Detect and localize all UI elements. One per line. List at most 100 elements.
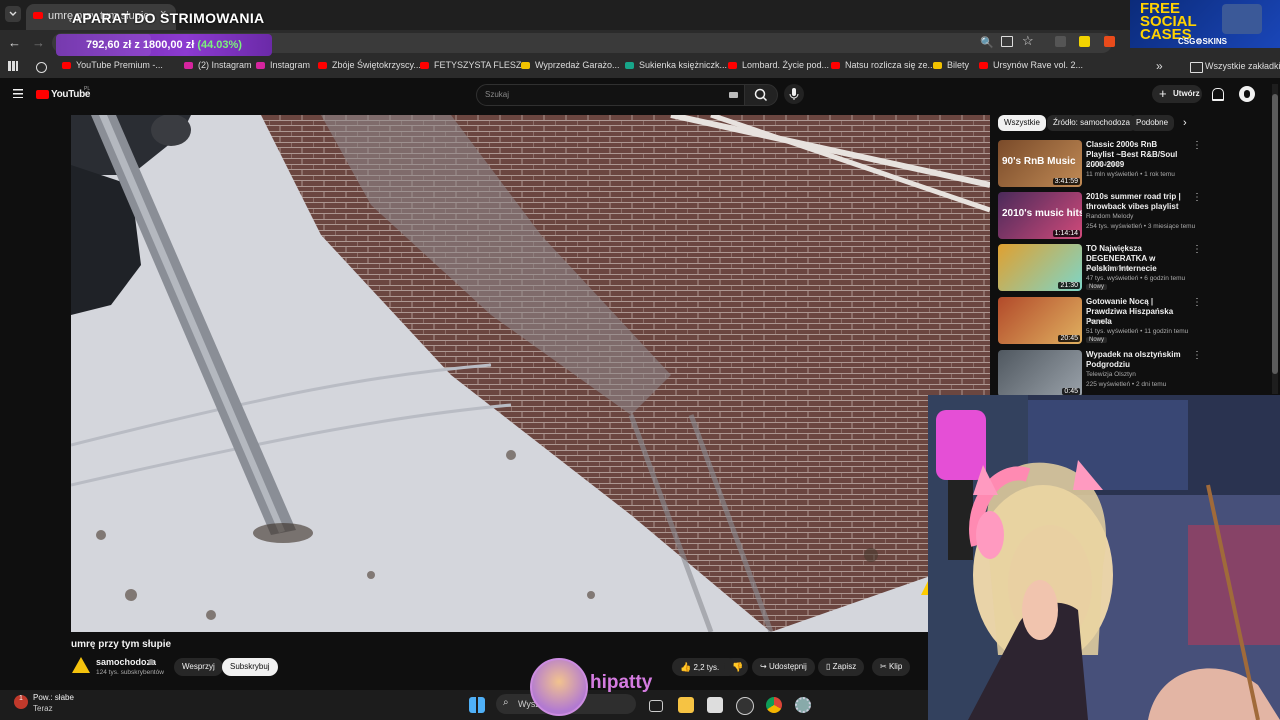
more-options-icon[interactable]: ⋮ <box>1192 297 1202 308</box>
more-options-icon[interactable]: ⋮ <box>1192 140 1202 151</box>
recommendation-thumbnail[interactable]: 20:45 <box>998 297 1082 344</box>
donation-text: 792,60 zł z 1800,00 zł (44.03%) <box>86 39 242 51</box>
recommendation-thumbnail[interactable]: 0:45 <box>998 350 1082 397</box>
bookmarks-overflow-icon[interactable]: » <box>1156 59 1163 73</box>
extension-red-icon[interactable] <box>1104 36 1115 47</box>
forward-button[interactable]: → <box>32 35 45 50</box>
recommendation-title[interactable]: 2010s summer road trip | throwback vibes… <box>1086 192 1186 212</box>
chip-related[interactable]: Podobne <box>1130 115 1175 131</box>
bookmark-favicon-icon <box>979 62 988 70</box>
dislike-button[interactable]: 👎 <box>724 658 748 676</box>
back-button[interactable]: ← <box>8 35 21 50</box>
bookmark-label: Zbóje Świętokrzyscy... <box>332 60 421 70</box>
notifications-bell-icon[interactable] <box>1212 88 1224 101</box>
bookmark-item[interactable]: Instagram <box>256 60 310 70</box>
obs-icon[interactable] <box>736 697 754 715</box>
file-explorer-icon[interactable] <box>678 697 694 713</box>
chip-source[interactable]: Źródło: samochodoza <box>1047 115 1136 131</box>
install-icon[interactable] <box>1001 36 1013 47</box>
like-count: 2,2 tys. <box>693 663 720 672</box>
bookmark-label: Lombard. Życie pod... <box>742 60 830 70</box>
recommendation-thumbnail[interactable]: 90's RnB Music 3:41:59 <box>998 140 1082 187</box>
bookmark-item[interactable]: FETYSZYSTA FLESZ... <box>420 60 529 70</box>
support-button[interactable]: Wesprzyj <box>174 658 223 676</box>
keyboard-icon[interactable] <box>729 92 738 98</box>
bookmark-item[interactable]: Ursynów Rave vol. 2... <box>979 60 1083 70</box>
clip-label: Klip <box>888 662 903 671</box>
create-button[interactable]: + Utwórz <box>1152 85 1202 103</box>
scrollbar-thumb[interactable] <box>1272 94 1278 374</box>
apps-grid-icon[interactable] <box>8 61 18 71</box>
bookmark-item[interactable]: Wyprzedaż Garażo... <box>521 60 619 70</box>
search-icon <box>754 88 768 102</box>
search-input[interactable]: Szukaj <box>476 84 746 106</box>
zoom-icon[interactable]: 🔍 <box>980 36 994 49</box>
recommendation-channel[interactable]: Telewizja Olsztyn <box>1086 371 1136 378</box>
bookmark-favicon-icon <box>420 62 429 70</box>
channel-avatar[interactable] <box>72 657 90 673</box>
recommendation-item[interactable]: 90's RnB Music 3:41:59 Classic 2000s RnB P… <box>998 140 1202 190</box>
subscribe-button[interactable]: Subskrybuj <box>222 658 278 676</box>
youtube-region: PL <box>84 86 91 92</box>
bookmark-label: YouTube Premium -... <box>76 60 163 70</box>
store-icon[interactable] <box>707 697 723 713</box>
recommendation-channel[interactable]: Random Melody <box>1086 213 1133 220</box>
recommendation-item[interactable]: 20:45 Gotowanie Nocą | Prawdziwa Hiszpańs… <box>998 297 1202 347</box>
save-button[interactable]: ▯ Zapisz <box>818 658 865 676</box>
more-options-icon[interactable]: ⋮ <box>1192 192 1202 203</box>
csgo-skins-ad[interactable]: FREE SOCIAL CASES CSG⚙SKINS <box>1130 0 1280 48</box>
windows-start-icon[interactable] <box>469 697 485 713</box>
search-button[interactable] <box>744 84 778 106</box>
video-duration: 21:30 <box>1058 282 1080 289</box>
recommendation-title[interactable]: Wypadek na olsztyńskim Podgrodziu <box>1086 350 1186 370</box>
bookmark-item[interactable]: YouTube Premium -... <box>62 60 163 70</box>
avatar-glyph <box>1244 90 1250 98</box>
bookmark-item[interactable]: Bilety <box>933 60 969 70</box>
bookmark-label: Ursynów Rave vol. 2... <box>993 60 1084 70</box>
more-options-icon[interactable]: ⋮ <box>1192 244 1202 255</box>
sidebar-scrollbar[interactable] <box>1272 84 1278 394</box>
all-bookmarks-button[interactable]: Wszystkie zakładki <box>1180 56 1280 78</box>
bookmark-item[interactable]: (2) Instagram <box>184 60 252 70</box>
bookmark-favicon-icon <box>625 62 634 70</box>
bookmark-label: Wyprzedaż Garażo... <box>535 60 620 70</box>
subscriber-count: 124 tys. subskrybentów <box>96 669 164 676</box>
recommendation-item[interactable]: 2010's music hits 1:14:14 2010s summer roa… <box>998 192 1202 242</box>
bookmark-item[interactable]: Lombard. Życie pod... <box>728 60 829 70</box>
channel-name[interactable]: samochodoza <box>96 657 156 667</box>
voice-search-button[interactable] <box>784 84 804 104</box>
recommendation-item[interactable]: 21:30 TO Największa DEGENERATKA w Polskim… <box>998 244 1202 294</box>
plus-icon: + <box>1159 86 1167 101</box>
recommendation-meta: 254 tys. wyświetleń • 3 miesiące temu <box>1086 223 1196 230</box>
extension-yellow-icon[interactable] <box>1079 36 1090 47</box>
chip-all[interactable]: Wszystkie <box>998 115 1046 131</box>
recommendation-thumbnail[interactable]: 21:30 <box>998 244 1082 291</box>
star-icon[interactable]: ☆ <box>1022 33 1034 49</box>
more-options-icon[interactable]: ⋮ <box>1192 350 1202 361</box>
recommendation-channel[interactable]: R & B Music <box>1086 161 1122 168</box>
recommendation-item[interactable]: 0:45 Wypadek na olsztyńskim Podgrodziu Tel… <box>998 350 1202 400</box>
share-button[interactable]: ↪ Udostępnij <box>752 658 815 676</box>
recommendation-thumbnail[interactable]: 2010's music hits 1:14:14 <box>998 192 1082 239</box>
bookmark-label: Sukienka księżniczk... <box>639 60 728 70</box>
webcam-frame <box>928 395 1280 720</box>
chrome-icon[interactable] <box>766 697 782 713</box>
menu-icon[interactable] <box>13 89 23 98</box>
thumbnail-text: 2010's music hits <box>1002 208 1082 219</box>
avatar[interactable] <box>1239 86 1255 102</box>
video-player[interactable] <box>71 115 990 632</box>
extension-icon[interactable] <box>1055 36 1066 47</box>
bookmark-item[interactable]: Zbóje Świętokrzyscy... <box>318 60 421 70</box>
bookmark-item[interactable]: Sukienka księżniczk... <box>625 60 727 70</box>
bookmark-item[interactable]: Natsu rozlicza się ze... <box>831 60 935 70</box>
new-badge: Nowy <box>1086 337 1108 343</box>
clip-button[interactable]: ✂ Klip <box>872 658 911 676</box>
settings-gear-icon[interactable] <box>795 697 811 713</box>
task-view-icon[interactable] <box>649 700 663 712</box>
bookmark-folder-icon[interactable] <box>36 62 47 73</box>
chips-next-icon[interactable]: › <box>1183 117 1187 129</box>
weather-widget[interactable]: 1 Pow.: słabe Teraz <box>14 692 94 718</box>
recommendation-channel[interactable]: Świat Internetu <box>1086 265 1129 272</box>
recommendation-channel[interactable]: Pronosz <box>1086 318 1110 325</box>
tab-list-button[interactable] <box>5 6 21 22</box>
